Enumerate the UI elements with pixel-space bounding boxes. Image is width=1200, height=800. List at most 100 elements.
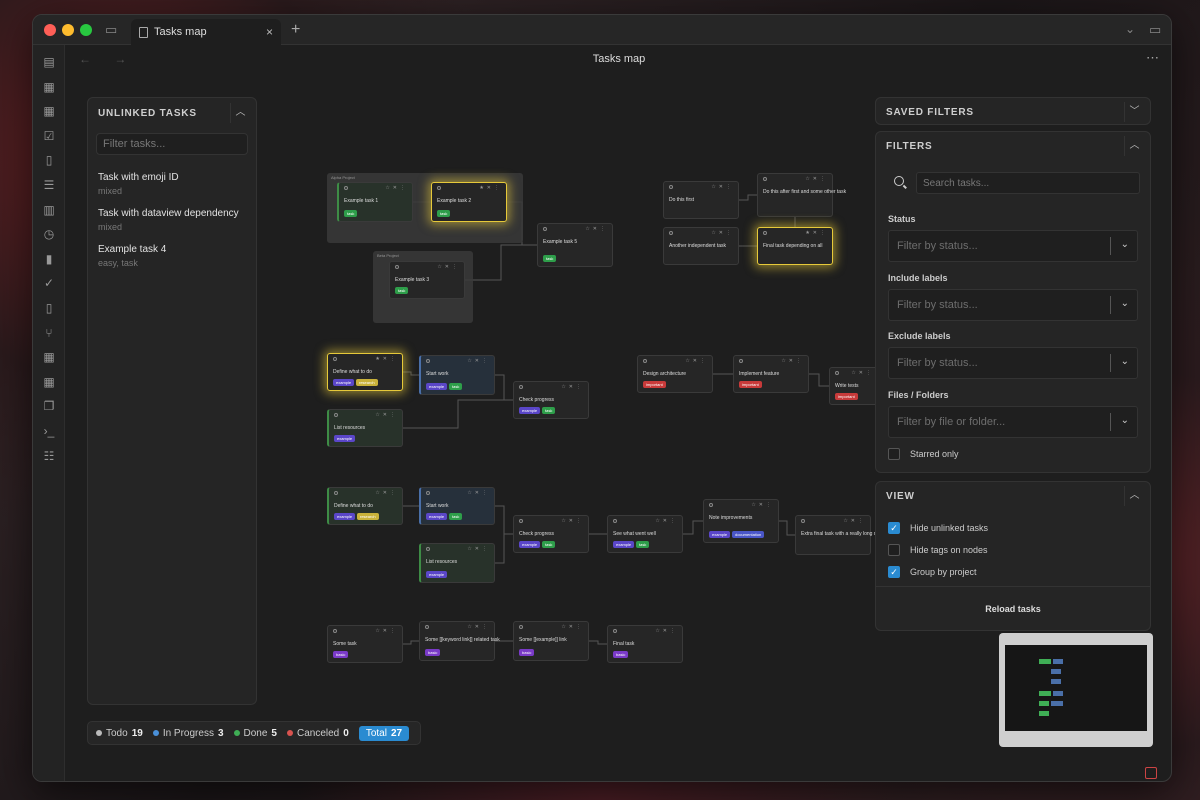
group-by-project-checkbox[interactable]: ✓ xyxy=(888,566,900,578)
files-folders-select[interactable]: Filter by file or folder... ⌄ xyxy=(888,406,1138,438)
task-node[interactable]: ☆✕⋮ Example task 3 task xyxy=(389,261,465,299)
document-icon[interactable]: ▯ xyxy=(42,301,56,315)
copy-icon[interactable]: ❐ xyxy=(42,399,56,413)
status-circle-icon[interactable] xyxy=(835,371,839,375)
starred-only-option[interactable]: Starred only xyxy=(888,448,959,460)
hide-unlinked-option[interactable]: ✓ Hide unlinked tasks xyxy=(888,522,988,534)
terminal-icon[interactable]: ›_ xyxy=(42,424,56,438)
status-circle-icon[interactable] xyxy=(519,519,523,523)
new-tab-button[interactable]: + xyxy=(291,21,300,39)
status-circle-icon[interactable] xyxy=(426,547,430,551)
status-circle-icon[interactable] xyxy=(669,231,673,235)
task-node[interactable]: ☆✕⋮ Do this first xyxy=(663,181,739,219)
node-actions-icon[interactable]: ☆✕⋮ xyxy=(385,185,408,191)
status-circle-icon[interactable] xyxy=(334,491,338,495)
task-node[interactable]: ☆✕⋮ Another independent task xyxy=(663,227,739,265)
task-node[interactable]: ☆✕⋮ Example task 1 task xyxy=(337,182,413,222)
task-node[interactable]: ☆✕⋮ Implement feature important xyxy=(733,355,809,393)
node-actions-icon[interactable]: ☆✕⋮ xyxy=(843,518,866,524)
sync-status-icon[interactable] xyxy=(1145,767,1157,779)
include-labels-select[interactable]: Filter by status... ⌄ xyxy=(888,289,1138,321)
task-node[interactable]: ☆✕⋮ List resources example xyxy=(327,409,403,447)
task-graph-canvas[interactable]: Alpha Project Beta Project ☆✕⋮ Example task… xyxy=(259,85,909,725)
node-actions-icon[interactable]: ☆✕⋮ xyxy=(655,518,678,524)
double-check-icon[interactable]: ✓ xyxy=(42,276,56,290)
collapse-chevron-icon[interactable]: ︿ xyxy=(230,103,250,123)
list-icon[interactable]: ☰ xyxy=(42,178,56,192)
file-icon[interactable]: ▯ xyxy=(42,153,56,167)
node-actions-icon[interactable]: ☆✕⋮ xyxy=(467,490,490,496)
more-options-icon[interactable]: ⋯ xyxy=(1146,50,1159,66)
git-branch-icon[interactable]: ⑂ xyxy=(42,326,56,340)
status-circle-icon[interactable] xyxy=(426,359,430,363)
task-node[interactable]: ☆✕⋮ Define what to do example research xyxy=(327,487,403,525)
status-circle-icon[interactable] xyxy=(543,227,547,231)
status-circle-icon[interactable] xyxy=(763,177,767,181)
status-in-progress[interactable]: In Progress 3 xyxy=(152,728,224,739)
status-circle-icon[interactable] xyxy=(613,519,617,523)
task-node[interactable]: ☆✕⋮ List resources example xyxy=(419,543,495,583)
status-circle-icon[interactable] xyxy=(519,385,523,389)
hide-tags-option[interactable]: Hide tags on nodes xyxy=(888,544,988,556)
filter-tasks-input[interactable]: Filter tasks... xyxy=(96,133,248,155)
task-node[interactable]: ☆✕⋮ Do this after first and some other ta… xyxy=(757,173,846,217)
status-total[interactable]: Total 27 xyxy=(358,725,410,741)
reload-tasks-button[interactable]: Reload tasks xyxy=(876,586,1150,632)
node-actions-icon[interactable]: ☆✕⋮ xyxy=(585,226,608,232)
node-actions-icon[interactable]: ★✕⋮ xyxy=(805,230,828,236)
status-done[interactable]: Done 5 xyxy=(233,728,277,739)
status-circle-icon[interactable] xyxy=(334,413,338,417)
task-node[interactable]: ☆✕⋮ Some [[keyword link]] related task bas… xyxy=(419,621,500,661)
status-circle-icon[interactable] xyxy=(426,491,430,495)
node-actions-icon[interactable]: ☆✕⋮ xyxy=(467,624,490,630)
task-node[interactable]: ☆✕⋮ Check progress example task xyxy=(513,515,589,553)
node-actions-icon[interactable]: ★✕⋮ xyxy=(375,356,398,362)
unlinked-task-item[interactable]: Task with emoji ID mixed xyxy=(98,172,179,196)
unlinked-task-item[interactable]: Example task 4 easy, task xyxy=(98,244,166,268)
tab-tasks-map[interactable]: Tasks map × xyxy=(131,19,281,45)
group-by-project-option[interactable]: ✓ Group by project xyxy=(888,566,977,578)
task-node[interactable]: ☆✕⋮ Start work example task xyxy=(419,355,495,395)
task-node[interactable]: ☆✕⋮ Check progress example task xyxy=(513,381,589,419)
status-circle-icon[interactable] xyxy=(333,357,337,361)
saved-filters-panel[interactable]: SAVED FILTERS ﹀ xyxy=(875,97,1151,125)
status-circle-icon[interactable] xyxy=(643,359,647,363)
task-node[interactable]: ☆✕⋮ Extra final task with a really long d… xyxy=(795,515,909,555)
node-actions-icon[interactable]: ☆✕⋮ xyxy=(851,370,874,376)
task-node[interactable]: ☆✕⋮ Example task 5 task xyxy=(537,223,613,267)
task-node[interactable]: ★✕⋮ Define what to do example research xyxy=(327,353,403,391)
starred-only-checkbox[interactable] xyxy=(888,448,900,460)
search-tasks-input[interactable]: Search tasks... xyxy=(916,172,1140,194)
node-actions-icon[interactable]: ☆✕⋮ xyxy=(781,358,804,364)
node-actions-icon[interactable]: ★✕⋮ xyxy=(479,185,502,191)
node-actions-icon[interactable]: ☆✕⋮ xyxy=(561,624,584,630)
task-node[interactable]: ☆✕⋮ Final task basic xyxy=(607,625,683,663)
node-actions-icon[interactable]: ☆✕⋮ xyxy=(467,358,490,364)
hide-tags-checkbox[interactable] xyxy=(888,544,900,556)
calendar-alt-icon[interactable]: ▦ xyxy=(42,375,56,389)
hide-unlinked-checkbox[interactable]: ✓ xyxy=(888,522,900,534)
status-circle-icon[interactable] xyxy=(669,185,673,189)
task-node[interactable]: ☆✕⋮ Start work example task xyxy=(419,487,495,525)
task-node[interactable]: ★✕⋮ Example task 2 task xyxy=(431,182,507,222)
node-actions-icon[interactable]: ☆✕⋮ xyxy=(375,412,398,418)
search-tasks-field[interactable]: Search tasks... xyxy=(888,172,1140,194)
minimize-window-button[interactable] xyxy=(62,24,74,36)
chevron-down-icon[interactable]: ⌄ xyxy=(1125,22,1135,36)
status-circle-icon[interactable] xyxy=(739,359,743,363)
graph-minimap[interactable] xyxy=(999,633,1153,747)
unlinked-task-item[interactable]: Task with dataview dependency mixed xyxy=(98,208,239,232)
grid-icon[interactable]: ▦ xyxy=(42,350,56,364)
task-node[interactable]: ☆✕⋮ Design architecture important xyxy=(637,355,713,393)
close-window-button[interactable] xyxy=(44,24,56,36)
map-icon[interactable]: ▤ xyxy=(42,55,56,69)
checklist-icon[interactable]: ☷ xyxy=(42,449,56,463)
task-node[interactable]: ★✕⋮ Final task depending on all xyxy=(757,227,833,265)
node-actions-icon[interactable]: ☆✕⋮ xyxy=(561,384,584,390)
task-node[interactable]: ☆✕⋮ Write tests important xyxy=(829,367,879,405)
chevron-down-icon[interactable]: ﹀ xyxy=(1124,102,1144,122)
status-circle-icon[interactable] xyxy=(437,186,441,190)
close-tab-icon[interactable]: × xyxy=(266,25,273,39)
node-actions-icon[interactable]: ☆✕⋮ xyxy=(805,176,828,182)
exclude-labels-select[interactable]: Filter by status... ⌄ xyxy=(888,347,1138,379)
